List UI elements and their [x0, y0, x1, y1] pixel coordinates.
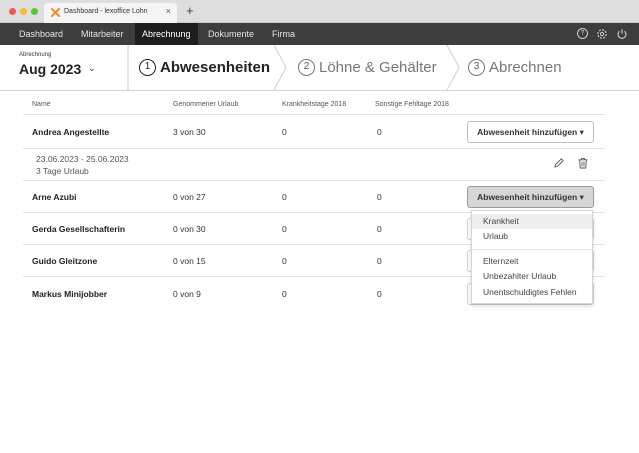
- minimize-window-button[interactable]: [20, 8, 27, 15]
- urlaub-cell: 0 von 15: [173, 256, 206, 266]
- browser-chrome: Dashboard - lexoffice Lohn × +: [0, 0, 639, 23]
- divider: [23, 180, 605, 181]
- new-tab-icon[interactable]: +: [186, 3, 194, 19]
- menu-item-unentschuldigtes-fehlen[interactable]: Unentschuldigtes Fehlen: [472, 285, 592, 300]
- menu-item-elternzeit[interactable]: Elternzeit: [472, 254, 592, 269]
- lexoffice-logo-icon: [51, 8, 60, 17]
- divider: [23, 148, 605, 149]
- employee-name: Gerda Gesellschafterin: [32, 224, 126, 234]
- employee-name: Markus Minijobber: [32, 289, 108, 299]
- nav-item-firma[interactable]: Firma: [265, 23, 302, 45]
- employee-name: Arne Azubi: [32, 192, 77, 202]
- step-abwesenheiten[interactable]: 1 Abwesenheiten: [139, 57, 274, 79]
- step-header: Abrechnung Aug 2023 ⌄ 1 Abwesenheiten 2 …: [0, 45, 639, 91]
- krank-cell: 0: [282, 256, 287, 266]
- urlaub-cell: 0 von 27: [173, 192, 206, 202]
- krank-cell: 0: [282, 289, 287, 299]
- main-nav: Dashboard Mitarbeiter Abrechnung Dokumen…: [0, 23, 639, 45]
- nav-item-dashboard[interactable]: Dashboard: [12, 23, 70, 45]
- tab-title: Dashboard - lexoffice Lohn: [64, 8, 148, 15]
- menu-separator: [472, 249, 592, 250]
- urlaub-cell: 0 von 30: [173, 224, 206, 234]
- step-divider: [446, 45, 460, 90]
- step-divider: [127, 45, 129, 90]
- maximize-window-button[interactable]: [31, 8, 38, 15]
- add-absence-button[interactable]: Abwesenheit hinzufügen ▾: [467, 121, 594, 143]
- column-header-krankheitstage: Krankheitstage 2018: [282, 101, 347, 108]
- krank-cell: 0: [282, 224, 287, 234]
- urlaub-cell: 3 von 30: [173, 127, 206, 137]
- step-number: 2: [298, 59, 315, 76]
- step-abrechnen[interactable]: 3 Abrechnen: [468, 57, 568, 79]
- krank-cell: 0: [282, 127, 287, 137]
- absence-summary: 3 Tage Urlaub: [36, 166, 89, 176]
- krank-cell: 0: [282, 192, 287, 202]
- step-loehne-gehaelter[interactable]: 2 Löhne & Gehälter: [298, 57, 438, 79]
- add-absence-button[interactable]: Abwesenheit hinzufügen ▾: [467, 186, 594, 208]
- help-icon[interactable]: ?: [577, 28, 588, 39]
- trash-icon[interactable]: [577, 157, 589, 169]
- nav-item-abrechnung[interactable]: Abrechnung: [135, 23, 198, 45]
- menu-item-urlaub[interactable]: Urlaub: [472, 229, 592, 244]
- settings-icon[interactable]: [596, 28, 608, 40]
- tab-close-icon[interactable]: ×: [166, 6, 171, 16]
- power-icon[interactable]: [616, 28, 628, 40]
- close-window-button[interactable]: [9, 8, 16, 15]
- menu-item-unbezahlter-urlaub[interactable]: Unbezahlter Urlaub: [472, 269, 592, 284]
- sonstige-cell: 0: [377, 224, 382, 234]
- absence-date-range: 23.06.2023 - 25.06.2023: [36, 154, 129, 164]
- edit-icon[interactable]: [553, 157, 565, 169]
- step-label: Löhne & Gehälter: [319, 59, 437, 76]
- step-number: 1: [139, 59, 156, 76]
- browser-tab[interactable]: Dashboard - lexoffice Lohn ×: [44, 3, 177, 23]
- column-header-sonstige: Sonstige Fehltage 2018: [375, 101, 449, 108]
- nav-item-mitarbeiter[interactable]: Mitarbeiter: [74, 23, 131, 45]
- step-label: Abwesenheiten: [160, 59, 271, 76]
- sonstige-cell: 0: [377, 256, 382, 266]
- absence-type-menu: Krankheit Urlaub Elternzeit Unbezahlter …: [471, 210, 593, 304]
- step-number: 3: [468, 59, 485, 76]
- divider: [23, 114, 605, 115]
- employee-name: Andrea Angestellte: [32, 127, 110, 137]
- sonstige-cell: 0: [377, 289, 382, 299]
- step-divider: [273, 45, 287, 90]
- employee-name: Guido Gleitzone: [32, 256, 98, 266]
- column-header-urlaub: Genommener Urlaub: [173, 101, 239, 108]
- sonstige-cell: 0: [377, 192, 382, 202]
- column-header-name: Name: [32, 101, 51, 108]
- step-label: Abrechnen: [489, 59, 562, 76]
- sonstige-cell: 0: [377, 127, 382, 137]
- urlaub-cell: 0 von 9: [173, 289, 201, 299]
- period-selector[interactable]: Aug 2023: [19, 61, 81, 77]
- nav-item-dokumente[interactable]: Dokumente: [201, 23, 261, 45]
- chevron-down-icon[interactable]: ⌄: [88, 63, 96, 74]
- period-label: Abrechnung: [19, 52, 52, 58]
- menu-item-krankheit[interactable]: Krankheit: [472, 214, 592, 229]
